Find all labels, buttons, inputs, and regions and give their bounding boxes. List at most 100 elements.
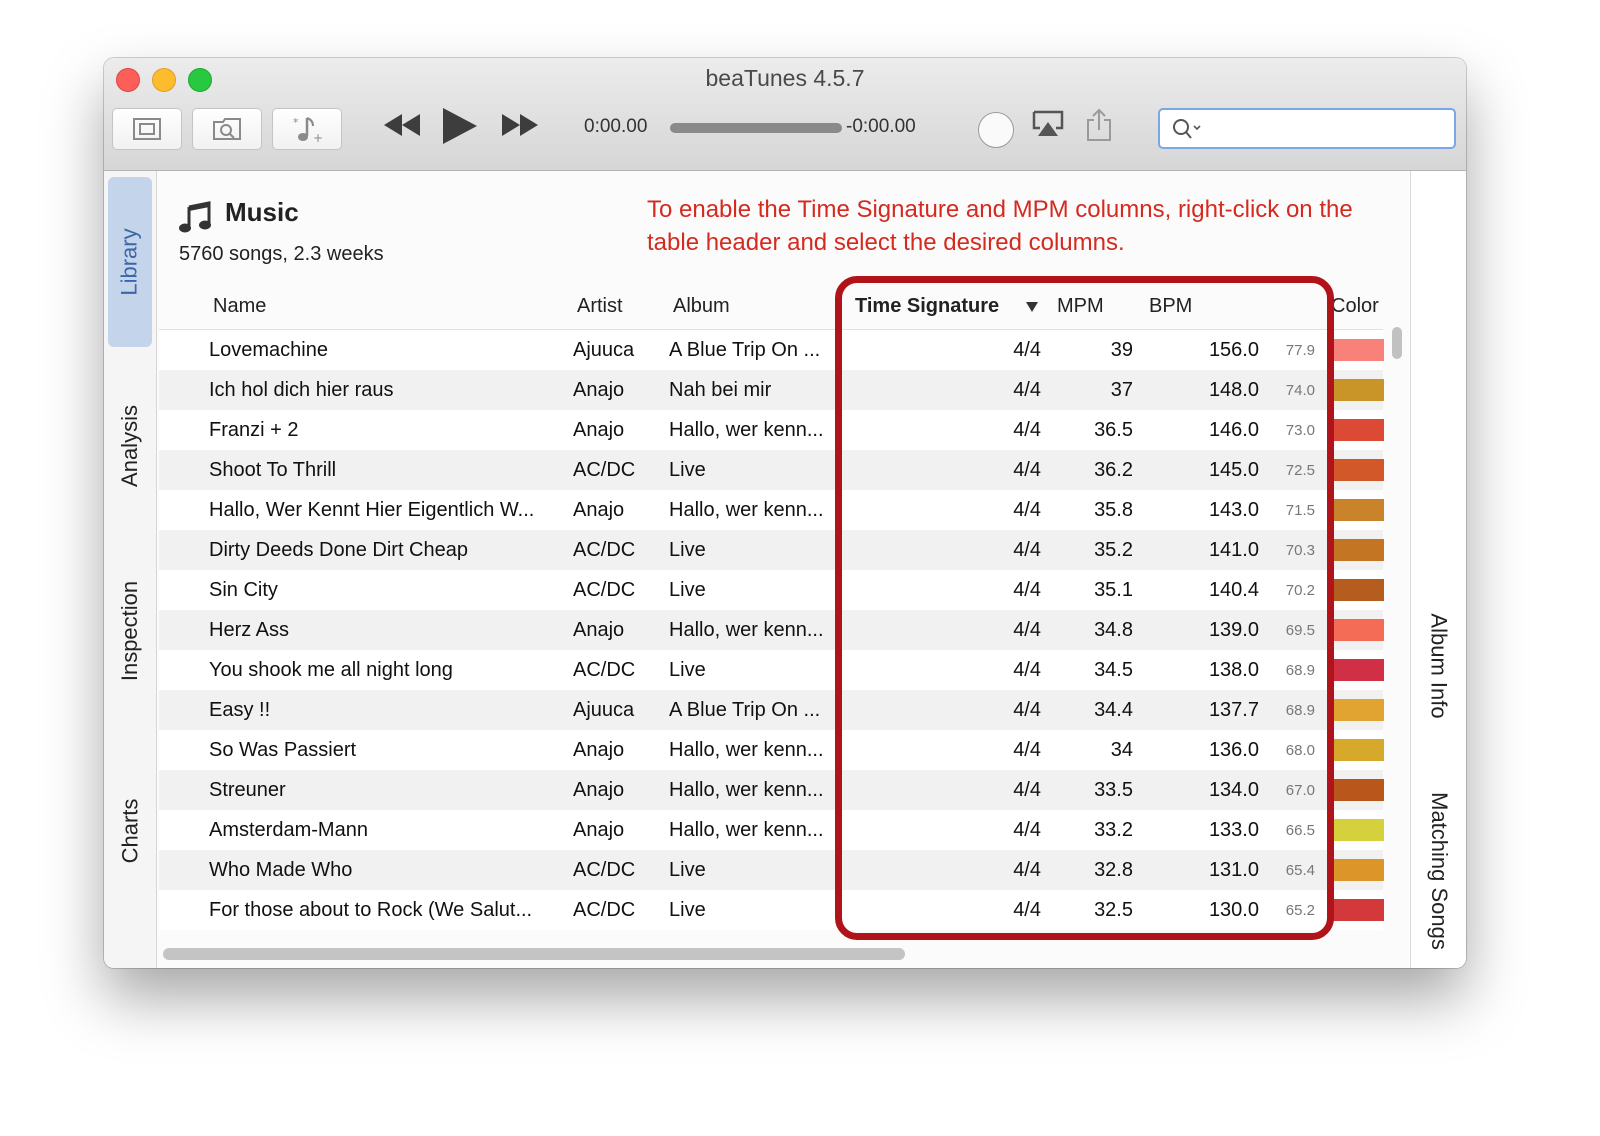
cell-name: Sin City [209, 579, 278, 601]
table-row[interactable]: Easy !! Ajuuca A Blue Trip On ... 4/4 34.4 13… [159, 690, 1384, 730]
color-swatch [1332, 379, 1384, 401]
table-row[interactable]: Herz Ass Anajo Hallo, wer kenn... 4/4 34.8 13… [159, 610, 1384, 650]
color-swatch [1332, 899, 1384, 921]
column-header-artist[interactable]: Artist [577, 295, 623, 318]
cell-color-score: 77.9 [1285, 342, 1315, 359]
tab-library-label: Library [117, 228, 142, 296]
analyze-button[interactable]: * + [272, 108, 342, 150]
table-row[interactable]: Amsterdam-Mann Anajo Hallo, wer kenn... 4/4… [159, 810, 1384, 850]
table-row[interactable]: Ich hol dich hier raus Anajo Nah bei mir 4/… [159, 370, 1384, 410]
left-sidebar: Library Analysis Inspection Charts [104, 171, 157, 968]
library-view-button[interactable] [112, 108, 182, 150]
cell-mpm: 33.5 [1094, 779, 1133, 801]
cell-artist: Anajo [573, 499, 625, 521]
tab-inspection[interactable]: Inspection [108, 551, 152, 711]
table-header[interactable]: Name Artist Album Time Signature MPM BPM… [159, 283, 1383, 330]
table-row[interactable]: For those about to Rock (We Salut... AC/D… [159, 890, 1384, 930]
column-header-color[interactable]: Color [1331, 295, 1379, 318]
column-header-album[interactable]: Album [673, 295, 730, 318]
cell-mpm: 34.8 [1094, 619, 1133, 641]
tab-album-info-label: Album Info [1427, 613, 1453, 719]
cell-name: Easy !! [209, 699, 271, 721]
column-header-bpm[interactable]: BPM [1149, 295, 1192, 318]
browse-button[interactable] [192, 108, 262, 150]
cell-album: A Blue Trip On ... [669, 339, 821, 361]
table-row[interactable]: Franzi + 2 Anajo Hallo, wer kenn... 4/4 36.5… [159, 410, 1384, 450]
table-row[interactable]: Shoot To Thrill AC/DC Live 4/4 36.2 145.0 72.5 [159, 450, 1384, 490]
toolbar: beaTunes 4.5.7 * + 0:00.00 -0:00.00 [104, 58, 1466, 171]
svg-text:+: + [313, 131, 323, 144]
cell-album: Live [669, 459, 706, 481]
cell-time-signature: 4/4 [1013, 459, 1041, 481]
tab-matching-songs[interactable]: Matching Songs [1413, 771, 1465, 968]
cell-artist: AC/DC [573, 459, 636, 481]
tab-charts[interactable]: Charts [108, 771, 152, 891]
tab-album-info[interactable]: Album Info [1413, 591, 1465, 741]
color-swatch [1332, 659, 1384, 681]
instruction-callout: To enable the Time Signature and MPM col… [647, 196, 1353, 256]
horizontal-scrollbar[interactable] [163, 948, 905, 960]
library-view-icon [133, 118, 161, 140]
browse-icon [213, 118, 241, 140]
cell-color-score: 65.2 [1285, 902, 1315, 919]
cell-color-score: 68.9 [1285, 702, 1315, 719]
playback-progress-bar[interactable] [670, 123, 842, 133]
cell-time-signature: 4/4 [1013, 659, 1041, 681]
table-row[interactable]: Streuner Anajo Hallo, wer kenn... 4/4 33.5 13… [159, 770, 1384, 810]
table-row[interactable]: Dirty Deeds Done Dirt Cheap AC/DC Live 4/4 3… [159, 530, 1384, 570]
cell-name: Amsterdam-Mann [209, 819, 368, 841]
rewind-icon [384, 114, 420, 136]
cell-bpm: 138.0 [1208, 659, 1259, 681]
cell-mpm: 36.2 [1094, 459, 1133, 481]
column-header-name[interactable]: Name [213, 295, 266, 318]
cell-bpm: 146.0 [1208, 419, 1259, 441]
cell-bpm: 141.0 [1208, 539, 1259, 561]
cell-album: Hallo, wer kenn... [669, 619, 824, 641]
table-row[interactable]: You shook me all night long AC/DC Live 4/4 3… [159, 650, 1384, 690]
cell-album: Live [669, 539, 706, 561]
cell-mpm: 34.5 [1094, 659, 1133, 681]
table-row[interactable]: Sin City AC/DC Live 4/4 35.1 140.4 70.2 [159, 570, 1384, 610]
table-row[interactable]: Who Made Who AC/DC Live 4/4 32.8 131.0 65.4 [159, 850, 1384, 890]
color-swatch [1332, 499, 1384, 521]
library-summary: 5760 songs, 2.3 weeks [179, 243, 384, 265]
cell-artist: AC/DC [573, 899, 636, 921]
airplay-button[interactable] [1030, 110, 1066, 138]
cell-bpm: 156.0 [1208, 339, 1259, 361]
cell-bpm: 145.0 [1208, 459, 1259, 481]
cell-mpm: 37 [1110, 379, 1133, 401]
cell-time-signature: 4/4 [1013, 819, 1041, 841]
airplay-icon [1032, 110, 1064, 136]
music-note-icon [179, 201, 211, 233]
cell-album: Live [669, 899, 706, 921]
search-input[interactable] [1158, 108, 1456, 149]
cell-album: A Blue Trip On ... [669, 699, 821, 721]
share-button[interactable] [1086, 108, 1112, 142]
cell-artist: Anajo [573, 379, 625, 401]
app-window: beaTunes 4.5.7 * + 0:00.00 -0:00.00 Libr… [104, 58, 1466, 968]
cell-name: Shoot To Thrill [209, 459, 337, 481]
cell-artist: AC/DC [573, 579, 636, 601]
play-button[interactable] [440, 106, 480, 146]
tab-analysis[interactable]: Analysis [108, 371, 152, 521]
color-swatch [1332, 819, 1384, 841]
table-row[interactable]: Lovemachine Ajuuca A Blue Trip On ... 4/4 39… [159, 330, 1384, 370]
color-swatch [1332, 339, 1384, 361]
cell-mpm: 34.4 [1094, 699, 1133, 721]
column-header-mpm[interactable]: MPM [1057, 295, 1104, 318]
volume-knob[interactable] [978, 112, 1014, 148]
rewind-button[interactable] [382, 110, 422, 140]
tab-library[interactable]: Library [108, 177, 152, 347]
cell-name: Streuner [209, 779, 286, 801]
tab-charts-label: Charts [117, 798, 143, 864]
cell-album: Hallo, wer kenn... [669, 499, 824, 521]
cell-album: Hallo, wer kenn... [669, 819, 824, 841]
column-header-time-signature[interactable]: Time Signature [855, 295, 999, 318]
cell-color-score: 66.5 [1285, 822, 1315, 839]
fast-forward-button[interactable] [500, 110, 540, 140]
vertical-scrollbar[interactable] [1392, 327, 1402, 359]
cell-mpm: 35.1 [1094, 579, 1133, 601]
table-row[interactable]: Hallo, Wer Kennt Hier Eigentlich W... Ana… [159, 490, 1384, 530]
svg-text:*: * [293, 116, 299, 129]
table-row[interactable]: So Was Passiert Anajo Hallo, wer kenn... 4/… [159, 730, 1384, 770]
